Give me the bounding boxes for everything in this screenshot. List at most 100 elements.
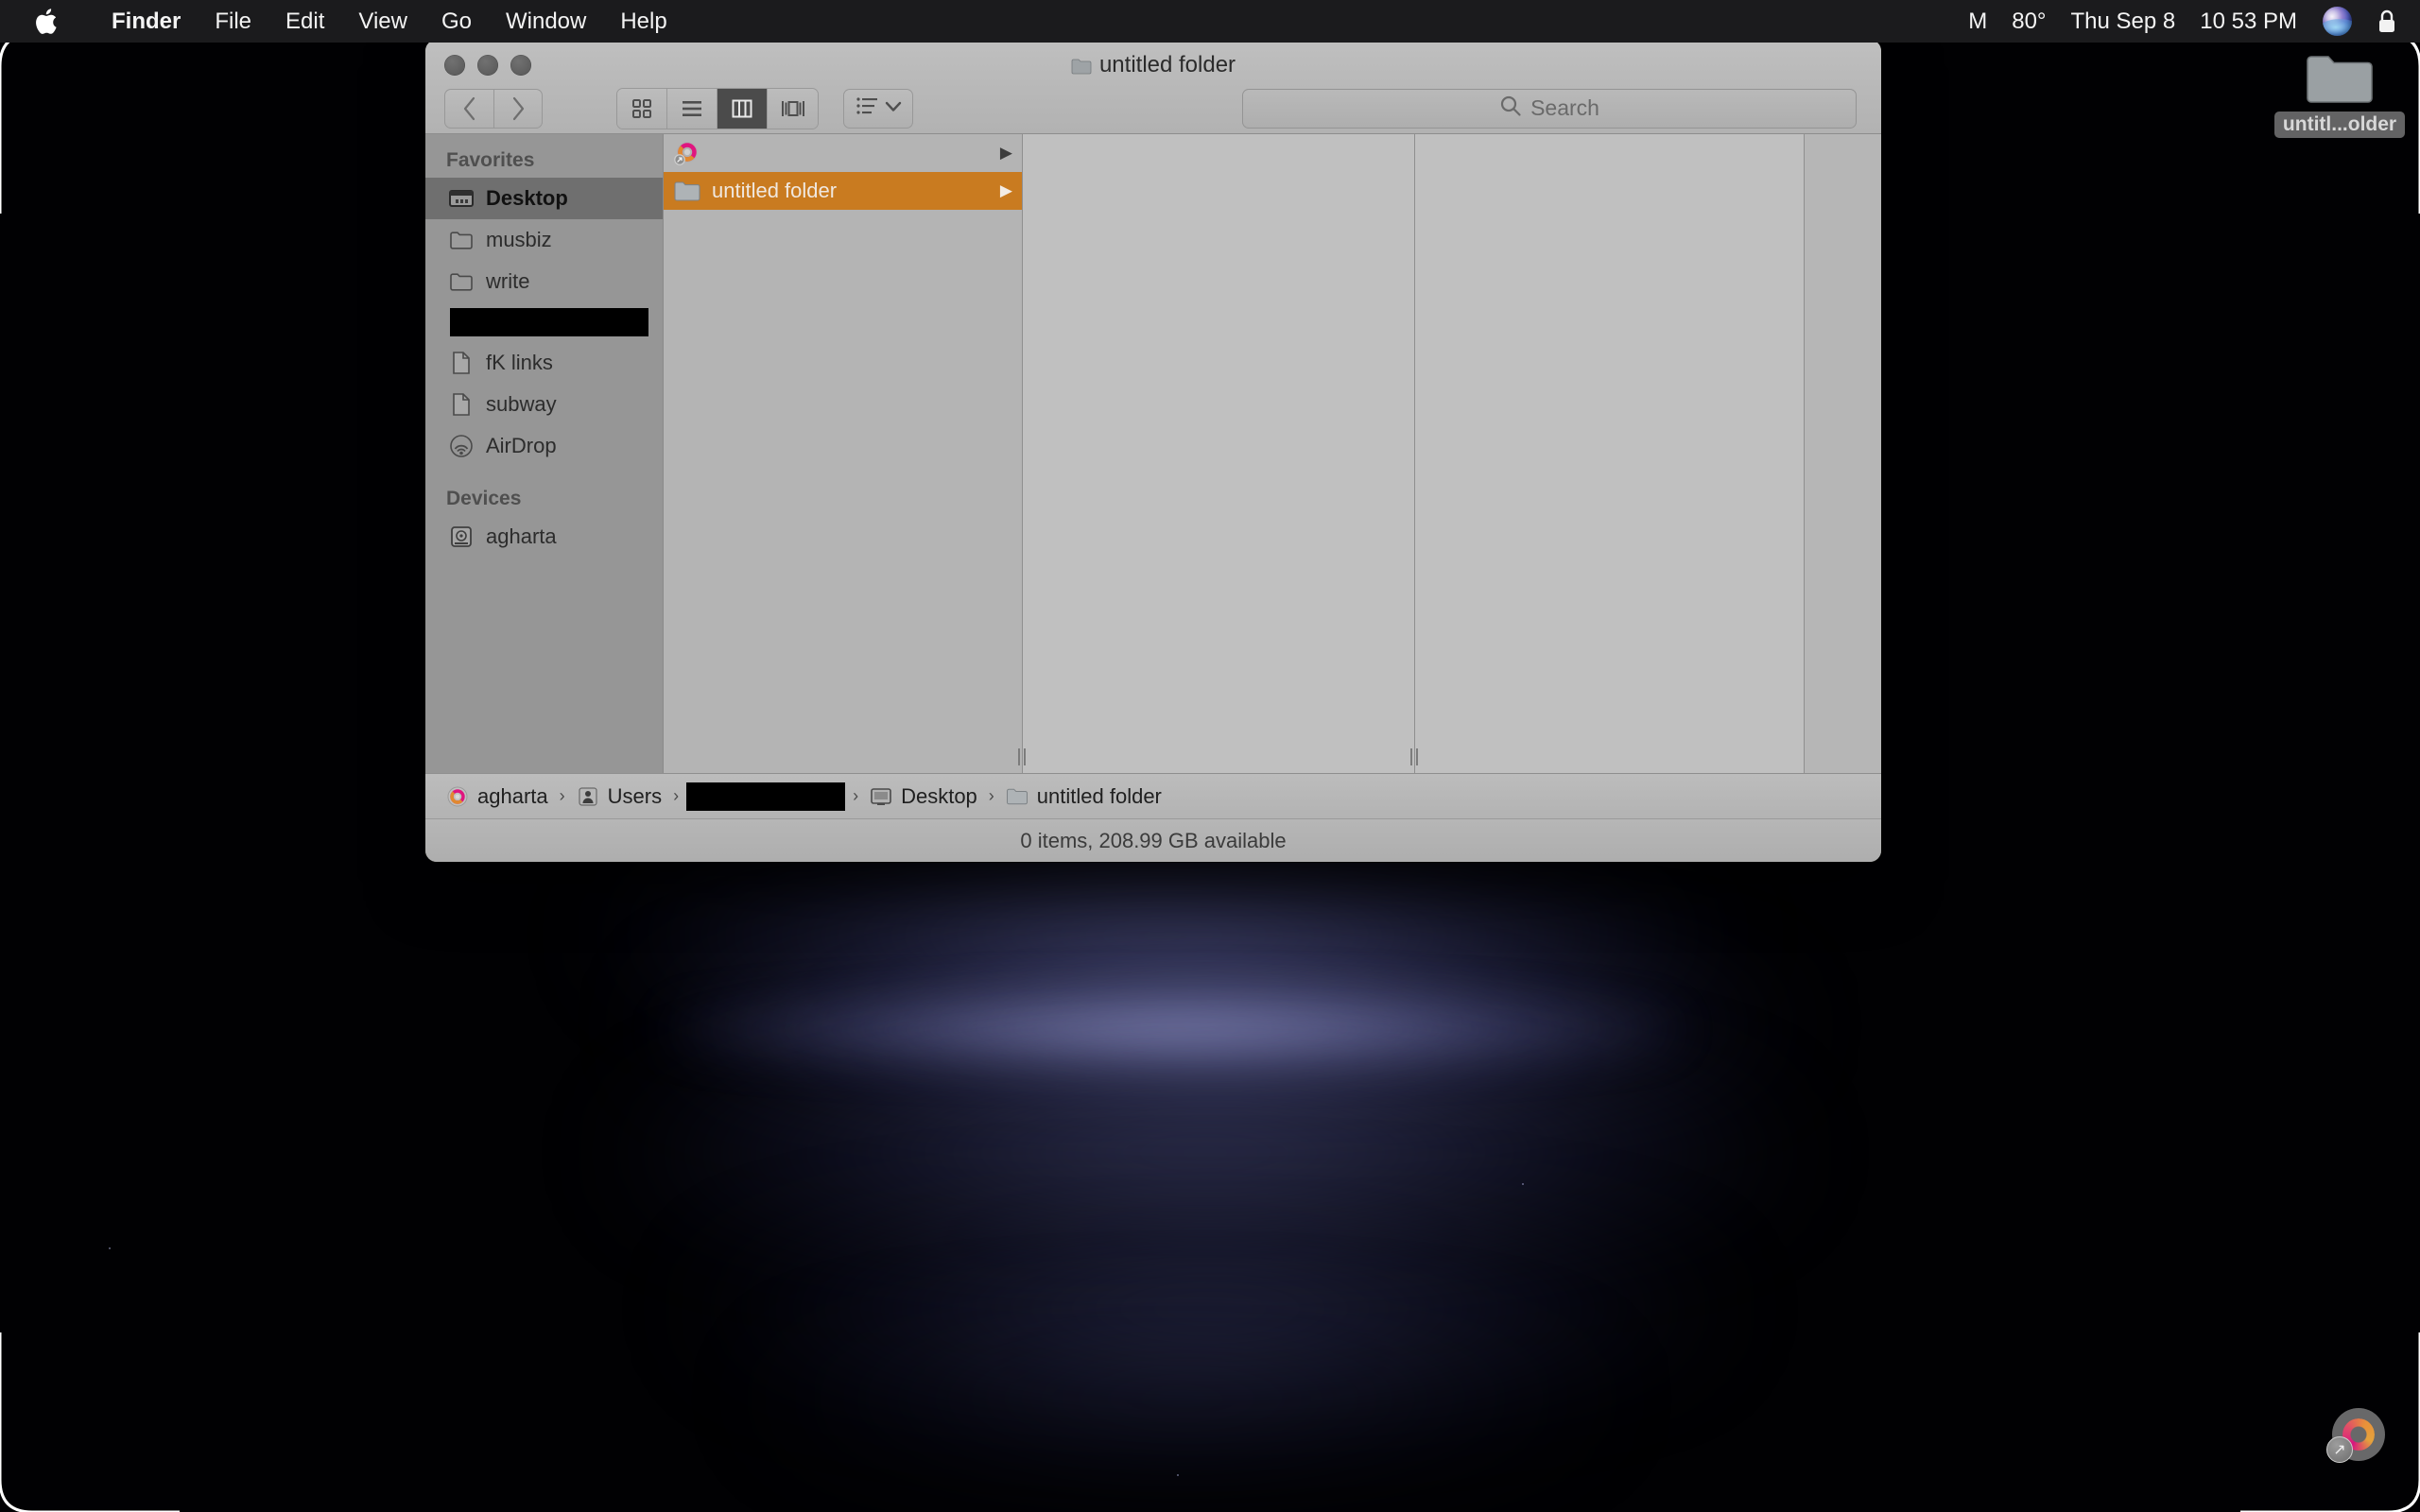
- list-view-button[interactable]: [667, 88, 717, 129]
- column-row-label: untitled folder: [712, 179, 838, 202]
- status-temperature[interactable]: 80°: [1999, 9, 2058, 35]
- wallpaper-band-6: [756, 1342, 1607, 1455]
- desktop-icon: [870, 786, 892, 807]
- breadcrumb-separator: ›: [988, 786, 994, 805]
- menu-item-file[interactable]: File: [198, 9, 268, 35]
- search-icon: [1499, 94, 1522, 123]
- status-bar: 0 items, 208.99 GB available: [425, 818, 1881, 862]
- column-empty[interactable]: [1805, 134, 1881, 773]
- wallpaper-band-1: [605, 850, 1720, 1021]
- menubar-left: Finder File Edit View Go Window Help: [32, 8, 684, 36]
- finder-window[interactable]: untitled folder Search Favorites Desktop…: [425, 40, 1881, 862]
- column-preview[interactable]: [1415, 134, 1805, 773]
- finder-body: Favorites Desktop musbiz write fK links …: [425, 134, 1881, 773]
- sidebar-item-fk-links[interactable]: fK links: [425, 342, 663, 384]
- column-resizer-1[interactable]: [1015, 747, 1028, 767]
- menu-item-go[interactable]: Go: [424, 9, 489, 35]
- breadcrumb-agharta[interactable]: agharta: [442, 784, 552, 809]
- breadcrumb-redacted-user[interactable]: [686, 782, 846, 811]
- menu-item-edit[interactable]: Edit: [268, 9, 341, 35]
- icon-view-button[interactable]: [617, 88, 667, 129]
- navigation-buttons: [444, 88, 543, 129]
- sidebar-item-write[interactable]: write: [425, 261, 663, 302]
- search-placeholder: Search: [1530, 95, 1599, 120]
- chevron-right-icon: ▶: [999, 144, 1012, 162]
- breadcrumb-label: agharta: [477, 783, 548, 808]
- sidebar-item-musbiz[interactable]: musbiz: [425, 219, 663, 261]
- sidebar-item-subway[interactable]: subway: [425, 384, 663, 425]
- sidebar-item-label: write: [486, 269, 530, 293]
- desktop-icon-disc-alias[interactable]: ↗: [2307, 1408, 2411, 1465]
- folder-icon: [1006, 786, 1028, 807]
- airdrop-icon: [448, 435, 475, 457]
- desktop-icon-label: untitl...older: [2273, 112, 2406, 138]
- breadcrumb-separator: ›: [853, 786, 859, 805]
- search-input[interactable]: Search: [1242, 88, 1857, 129]
- disc-icon: [446, 786, 469, 807]
- wallpaper-speck: [1177, 1474, 1179, 1476]
- chevron-right-icon: ▶: [999, 181, 1012, 199]
- status-date[interactable]: Thu Sep 8: [2059, 9, 2188, 35]
- desktop-icon-untitled-folder[interactable]: untitl...older: [2269, 45, 2411, 138]
- breadcrumb-label: Desktop: [901, 783, 977, 808]
- sidebar-item-label: fK links: [486, 351, 553, 374]
- window-chrome: untitled folder Search: [425, 40, 1881, 134]
- arrange-button[interactable]: [843, 88, 913, 129]
- breadcrumb-desktop[interactable]: Desktop: [866, 784, 981, 809]
- folder-icon: [1071, 56, 1092, 75]
- disc-alias-icon: ↗: [2326, 1408, 2385, 1463]
- chevron-down-icon: [885, 100, 902, 117]
- disc-alias-icon: [673, 141, 701, 165]
- sidebar-item-label: agharta: [486, 524, 557, 548]
- menu-item-view[interactable]: View: [341, 9, 424, 35]
- folder-icon: [448, 270, 475, 293]
- wallpaper-band-3: [662, 1002, 1683, 1058]
- wallpaper-band-5: [700, 1228, 1720, 1389]
- sidebar-item-desktop[interactable]: Desktop: [425, 178, 663, 219]
- column-row-untitled-folder[interactable]: untitled folder ▶: [664, 172, 1022, 210]
- menubar-status-area: M 80° Thu Sep 8 10 53 PM: [1956, 7, 2397, 36]
- menu-item-finder[interactable]: Finder: [95, 9, 198, 35]
- siri-orb-icon[interactable]: [2323, 7, 2352, 36]
- apple-logo-icon[interactable]: [32, 8, 60, 36]
- breadcrumb-label: Users: [607, 783, 663, 808]
- back-button[interactable]: [444, 88, 493, 129]
- status-bar-text: 0 items, 208.99 GB available: [1020, 828, 1287, 852]
- document-icon: [448, 352, 475, 374]
- document-icon: [448, 393, 475, 416]
- sidebar-item-redacted[interactable]: [450, 308, 648, 336]
- column-desktop[interactable]: ▶ untitled folder ▶: [664, 134, 1026, 773]
- wallpaper-speck: [1522, 1183, 1524, 1185]
- status-carrier[interactable]: M: [1956, 9, 1999, 35]
- alias-arrow-icon: ↗: [2326, 1436, 2353, 1463]
- menu-item-help[interactable]: Help: [603, 9, 683, 35]
- breadcrumb-separator: ›: [673, 786, 680, 805]
- breadcrumb-untitled-folder[interactable]: untitled folder: [1002, 784, 1166, 809]
- folder-icon: [673, 179, 701, 203]
- status-time[interactable]: 10 53 PM: [2187, 9, 2309, 35]
- desktop-icon: [448, 187, 475, 210]
- finder-sidebar[interactable]: Favorites Desktop musbiz write fK links …: [425, 134, 664, 773]
- sidebar-item-airdrop[interactable]: AirDrop: [425, 425, 663, 467]
- view-mode-group: [616, 87, 819, 129]
- sidebar-item-agharta[interactable]: agharta: [425, 516, 663, 558]
- wallpaper-band-2: [652, 954, 1787, 1096]
- menu-item-window[interactable]: Window: [489, 9, 603, 35]
- users-icon: [577, 786, 599, 807]
- window-title: untitled folder: [425, 52, 1881, 78]
- breadcrumb-users[interactable]: Users: [573, 784, 666, 809]
- column-view-button[interactable]: [717, 88, 768, 129]
- column-untitled-folder[interactable]: [1023, 134, 1418, 773]
- column-view: ▶ untitled folder ▶: [664, 134, 1881, 773]
- column-resizer-2[interactable]: [1408, 747, 1421, 767]
- harddisk-icon: [448, 525, 475, 548]
- column-row-disc-alias[interactable]: ▶: [664, 134, 1022, 172]
- forward-button[interactable]: [493, 88, 543, 129]
- path-bar: agharta › Users › › Desktop › untitled f…: [425, 773, 1881, 818]
- arrange-list-icon: [856, 95, 880, 121]
- sidebar-header-favorites: Favorites: [446, 149, 535, 171]
- folder-icon: [448, 229, 475, 251]
- finder-toolbar: Search: [425, 82, 1881, 134]
- gallery-view-button[interactable]: [768, 88, 818, 129]
- lock-icon[interactable]: [2377, 9, 2397, 35]
